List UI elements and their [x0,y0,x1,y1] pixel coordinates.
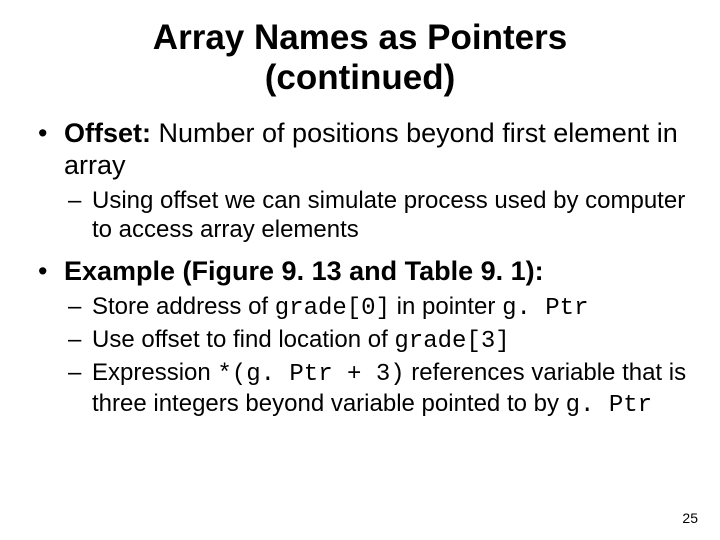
ex1-text-a: Store address of [92,293,275,320]
ex3-text-a: Expression [92,359,217,386]
ex1-code-2: g. Ptr [502,295,588,322]
ex3-code-1: *(g. Ptr + 3) [217,361,404,388]
title-line-1: Array Names as Pointers [153,18,567,57]
bullet-offset: Offset: Number of positions beyond first… [30,117,690,245]
ex1-code-1: grade[0] [275,295,390,322]
example-sub-2: Use offset to find location of grade[3] [64,326,690,357]
example-sub-1: Store address of grade[0] in pointer g. … [64,293,690,324]
example-sub-3: Expression *(g. Ptr + 3) references vari… [64,359,690,421]
bullet-example: Example (Figure 9. 13 and Table 9. 1): S… [30,255,690,421]
offset-sublist: Using offset we can simulate process use… [64,187,690,245]
slide: Array Names as Pointers (continued) Offs… [0,0,720,540]
offset-label: Offset: [64,118,151,148]
title-line-2: (continued) [265,58,456,97]
example-label: Example (Figure 9. 13 and Table 9. 1): [64,256,544,286]
slide-title: Array Names as Pointers (continued) [30,18,690,99]
offset-sub-1: Using offset we can simulate process use… [64,187,690,245]
ex3-code-2: g. Ptr [566,392,652,419]
ex2-text-a: Use offset to find location of [92,326,394,353]
ex1-text-b: in pointer [390,293,502,320]
bullet-list: Offset: Number of positions beyond first… [30,117,690,421]
offset-text: Number of positions beyond first element… [64,118,678,180]
ex2-code-1: grade[3] [394,328,509,355]
example-sublist: Store address of grade[0] in pointer g. … [64,293,690,420]
page-number: 25 [682,510,698,526]
